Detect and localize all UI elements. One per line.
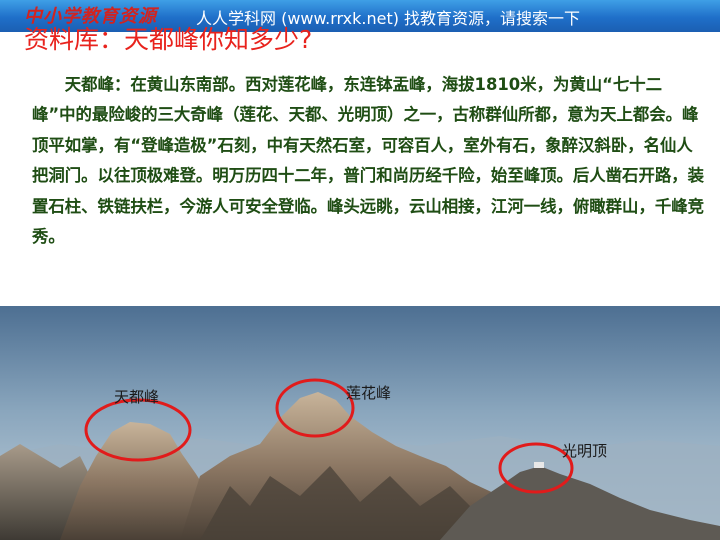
slide: 中小学教育资源 人人学科网 (www.rrxk.net) 找教育资源，请搜索一下… [0,0,720,540]
mountain-photo: 天都峰 莲花峰 光明顶 [0,306,720,540]
label-guangming: 光明顶 [562,442,608,460]
mountain-illustration [0,306,720,540]
body-paragraph: 天都峰：在黄山东南部。西对莲花峰，东连钵盂峰，海拔1810米，为黄山“七十二峰”… [32,75,705,247]
label-lianhua: 莲花峰 [346,384,392,402]
summit-building [534,462,544,468]
label-tiandu: 天都峰 [114,388,160,406]
slide-title: 资料库：天都峰你知多少? [24,25,313,54]
